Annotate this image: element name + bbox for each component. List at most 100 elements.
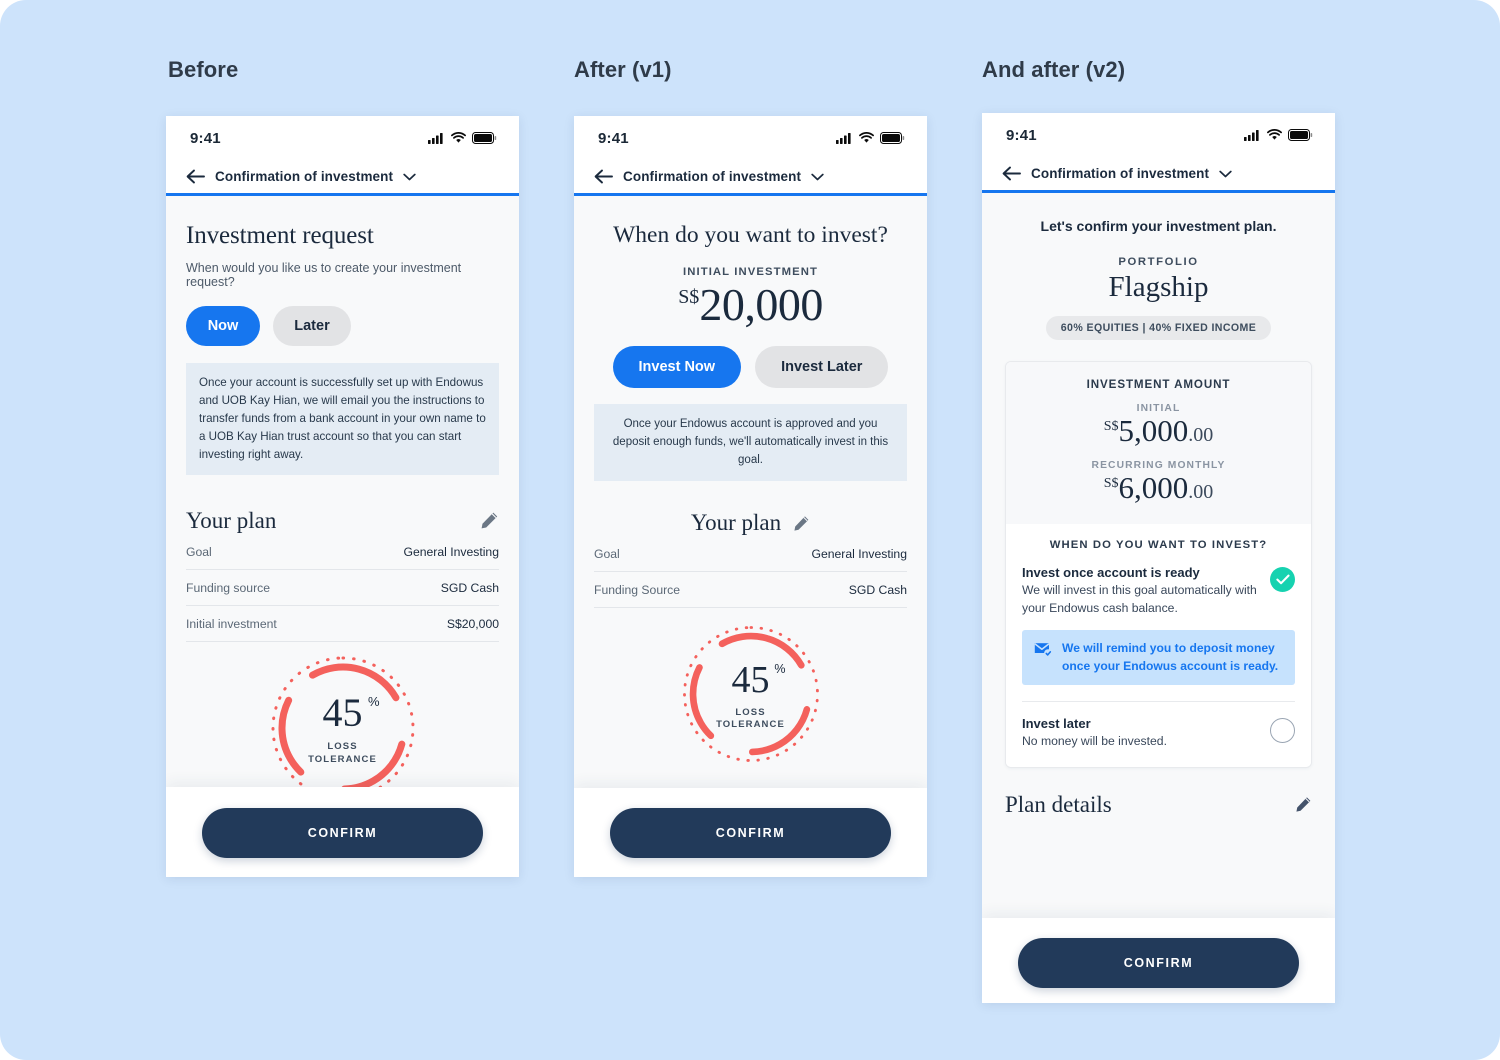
- dial-label-line1: LOSS: [327, 741, 358, 753]
- currency-symbol: S$: [1103, 475, 1119, 491]
- cellular-signal-icon: [836, 133, 851, 144]
- confirm-button[interactable]: CONFIRM: [1018, 938, 1299, 988]
- amount-value: 20,000: [699, 279, 823, 330]
- pencil-icon[interactable]: [1295, 796, 1312, 813]
- option-divider: [1022, 700, 1295, 702]
- dial-label-line2: TOLERANCE: [716, 719, 785, 731]
- battery-icon: [472, 132, 497, 144]
- portfolio-kicker: PORTFOLIO: [1118, 256, 1199, 268]
- row-key: Goal: [594, 547, 620, 562]
- invest-later-button[interactable]: Invest Later: [755, 346, 889, 388]
- initial-investment-amount: S$20,000: [594, 282, 907, 328]
- back-arrow-icon[interactable]: [594, 169, 613, 184]
- row-value: General Investing: [811, 547, 907, 562]
- your-plan-header: Your plan: [186, 508, 499, 534]
- bottom-action-bar: CONFIRM: [982, 918, 1335, 1003]
- table-row: Initial investment S$20,000: [186, 606, 499, 642]
- battery-icon: [1288, 129, 1313, 141]
- caption-after-v2: And after (v2): [982, 57, 1126, 82]
- amount-card-title: INVESTMENT AMOUNT: [1086, 378, 1231, 391]
- option-title: Invest once account is ready: [1022, 565, 1200, 581]
- screen-body: When do you want to invest? INITIAL INVE…: [574, 222, 927, 877]
- cellular-signal-icon: [428, 133, 443, 144]
- recurring-amount: S$6,000.00: [1022, 471, 1295, 505]
- envelope-check-icon: [1034, 643, 1053, 659]
- row-value: S$20,000: [446, 616, 499, 631]
- now-button[interactable]: Now: [186, 306, 260, 346]
- dial-value-wrap: 45 %: [732, 661, 786, 699]
- option-invest-once-ready[interactable]: Invest once account is ready We will inv…: [1022, 565, 1295, 617]
- when-invest-title: WHEN DO YOU WANT TO INVEST?: [1049, 539, 1268, 552]
- cellular-signal-icon: [1244, 130, 1259, 141]
- table-row: Funding Source SGD Cash: [594, 572, 907, 609]
- plan-details-title: Plan details: [1005, 791, 1112, 817]
- dial-label-line2: TOLERANCE: [308, 753, 377, 765]
- your-plan-header: Your plan: [594, 510, 907, 536]
- row-key: Goal: [186, 544, 212, 559]
- status-time: 9:41: [190, 129, 221, 147]
- screen-body: Let's confirm your investment plan. PORT…: [982, 218, 1335, 1003]
- radio-unselected-icon[interactable]: [1270, 717, 1295, 743]
- confirm-button[interactable]: CONFIRM: [202, 808, 483, 858]
- back-arrow-icon[interactable]: [1002, 166, 1021, 181]
- option-desc: No money will be invested.: [1022, 733, 1167, 748]
- bottom-action-bar: CONFIRM: [166, 787, 519, 877]
- row-value: SGD Cash: [440, 580, 499, 595]
- dial-label-line1: LOSS: [735, 706, 766, 718]
- confirm-button[interactable]: CONFIRM: [610, 808, 891, 858]
- wifi-icon: [1267, 129, 1282, 140]
- invest-now-button[interactable]: Invest Now: [612, 346, 742, 388]
- wifi-icon: [451, 132, 466, 143]
- dial-unit: %: [367, 694, 380, 710]
- row-key: Funding Source: [594, 583, 681, 598]
- reminder-text: We will remind you to deposit money once…: [1062, 641, 1279, 673]
- initial-amount: S$5,000.00: [1022, 413, 1295, 448]
- currency-symbol: S$: [1103, 419, 1119, 434]
- initial-amount-cents: .00: [1188, 424, 1214, 446]
- your-plan-title: Your plan: [690, 510, 782, 536]
- row-key: Funding source: [186, 580, 271, 595]
- chevron-down-icon[interactable]: [811, 173, 824, 181]
- option-title: Invest later: [1022, 715, 1091, 731]
- nav-bar: Confirmation of investment: [166, 160, 519, 196]
- row-value: SGD Cash: [848, 583, 907, 598]
- loss-tolerance-dial-wrap: 45 % LOSS TOLERANCE: [186, 648, 499, 808]
- battery-icon: [880, 132, 905, 144]
- when-invest-section: WHEN DO YOU WANT TO INVEST? Invest once …: [1006, 524, 1311, 767]
- plan-details-header: Plan details: [1005, 792, 1312, 818]
- dial-value-wrap: 45 %: [322, 690, 380, 736]
- initial-amount-value: 5,000: [1118, 413, 1189, 448]
- portfolio-name: Flagship: [1108, 271, 1209, 303]
- phone-mockup-after-v2: 9:41 Confirmation of investment Let's co…: [982, 113, 1335, 1003]
- later-button[interactable]: Later: [273, 306, 351, 346]
- dial-value: 45: [322, 690, 363, 736]
- info-note: Once your account is successfully set up…: [186, 363, 499, 475]
- wifi-icon: [859, 132, 874, 143]
- page-title: When do you want to invest?: [613, 222, 888, 248]
- caption-before: Before: [168, 57, 239, 82]
- loss-tolerance-dial: 45 % LOSS TOLERANCE: [263, 648, 423, 808]
- nav-bar: Confirmation of investment: [574, 160, 927, 196]
- dial-unit: %: [774, 661, 786, 676]
- option-desc: We will invest in this goal automaticall…: [1022, 583, 1257, 615]
- radio-selected-icon[interactable]: [1270, 567, 1295, 593]
- page-lead: Let's confirm your investment plan.: [1040, 218, 1277, 234]
- investment-amount-card: INVESTMENT AMOUNT INITIAL S$5,000.00 REC…: [1005, 361, 1312, 768]
- option-invest-later[interactable]: Invest later No money will be invested.: [1022, 716, 1295, 751]
- nav-title: Confirmation of investment: [623, 169, 802, 184]
- amount-kicker: INITIAL INVESTMENT: [682, 266, 819, 278]
- back-arrow-icon[interactable]: [186, 169, 205, 184]
- timing-segmented-control: Now Later: [186, 306, 499, 346]
- status-bar: 9:41: [982, 113, 1335, 157]
- pencil-icon[interactable]: [793, 515, 810, 532]
- nav-title: Confirmation of investment: [215, 169, 394, 184]
- currency-symbol: S$: [678, 286, 700, 308]
- page-subtitle: When would you like us to create your in…: [186, 261, 462, 289]
- nav-title: Confirmation of investment: [1031, 166, 1210, 181]
- table-row: Funding source SGD Cash: [186, 570, 499, 606]
- loss-tolerance-dial-wrap: 45 % LOSS TOLERANCE: [594, 618, 907, 770]
- pencil-icon[interactable]: [480, 511, 499, 530]
- status-time: 9:41: [598, 129, 629, 147]
- chevron-down-icon[interactable]: [1219, 170, 1232, 178]
- chevron-down-icon[interactable]: [403, 173, 416, 181]
